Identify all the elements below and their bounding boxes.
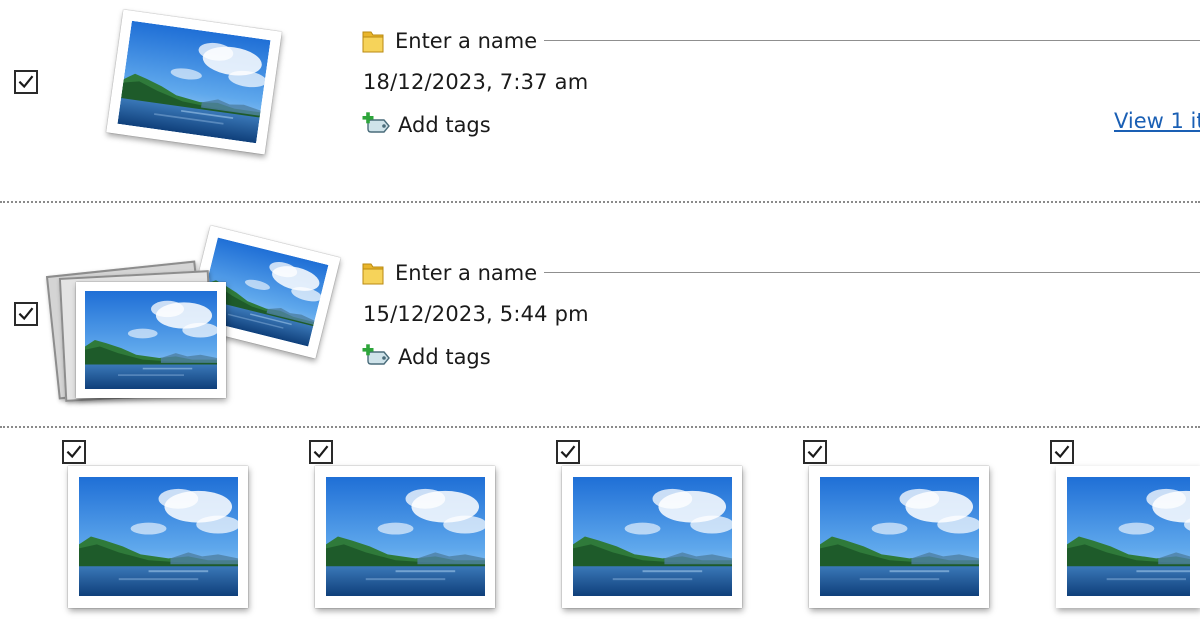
landscape-image [820, 477, 979, 596]
name-placeholder: Enter a name [395, 261, 538, 285]
folder-icon [362, 263, 384, 285]
landscape-image [326, 477, 485, 596]
landscape-image [79, 477, 238, 596]
add-tags-label: Add tags [398, 113, 491, 137]
folder-icon [362, 31, 384, 53]
group-1-checkbox[interactable] [14, 70, 38, 94]
checkmark-icon [559, 443, 577, 461]
add-tag-icon [362, 112, 390, 133]
landscape-image [117, 21, 270, 143]
group-1-date: 18/12/2023, 7:37 am [363, 70, 589, 94]
group-2-checkbox[interactable] [14, 302, 38, 326]
group-1-name-field[interactable]: Enter a name [362, 26, 537, 56]
group-2-date: 15/12/2023, 5:44 pm [363, 302, 589, 326]
group-2-name-field[interactable]: Enter a name [362, 258, 537, 288]
landscape-image [1067, 477, 1190, 596]
thumbnail-2[interactable] [315, 466, 495, 608]
group-1-add-tags[interactable]: Add tags [362, 110, 491, 140]
thumbnail-2-checkbox[interactable] [309, 440, 333, 464]
add-tags-label: Add tags [398, 345, 491, 369]
thumbnail-5-checkbox[interactable] [1050, 440, 1074, 464]
thumbnail-4-checkbox[interactable] [803, 440, 827, 464]
thumbnail-4[interactable] [809, 466, 989, 608]
thumbnail-1-checkbox[interactable] [62, 440, 86, 464]
thumbnail-3-checkbox[interactable] [556, 440, 580, 464]
checkmark-icon [17, 305, 35, 323]
view-items-link[interactable]: View 1 ite [1114, 109, 1200, 133]
photo-group-1: Enter a name 18/12/2023, 7:37 am Add tag… [0, 0, 1200, 202]
name-underline [544, 40, 1200, 41]
group-separator [0, 201, 1200, 203]
checkmark-icon [1053, 443, 1071, 461]
name-placeholder: Enter a name [395, 29, 538, 53]
name-underline [544, 272, 1200, 273]
group-1-thumbnail[interactable] [106, 9, 282, 155]
stack-photo-front [76, 282, 226, 398]
thumbnail-3[interactable] [562, 466, 742, 608]
checkmark-icon [17, 73, 35, 91]
checkmark-icon [65, 443, 83, 461]
thumbnail-5[interactable] [1056, 466, 1200, 608]
group-separator [0, 426, 1200, 428]
group-2-add-tags[interactable]: Add tags [362, 342, 491, 372]
thumbnail-1[interactable] [68, 466, 248, 608]
landscape-image [573, 477, 732, 596]
add-tag-icon [362, 344, 390, 365]
checkmark-icon [312, 443, 330, 461]
checkmark-icon [806, 443, 824, 461]
landscape-image [85, 291, 217, 389]
